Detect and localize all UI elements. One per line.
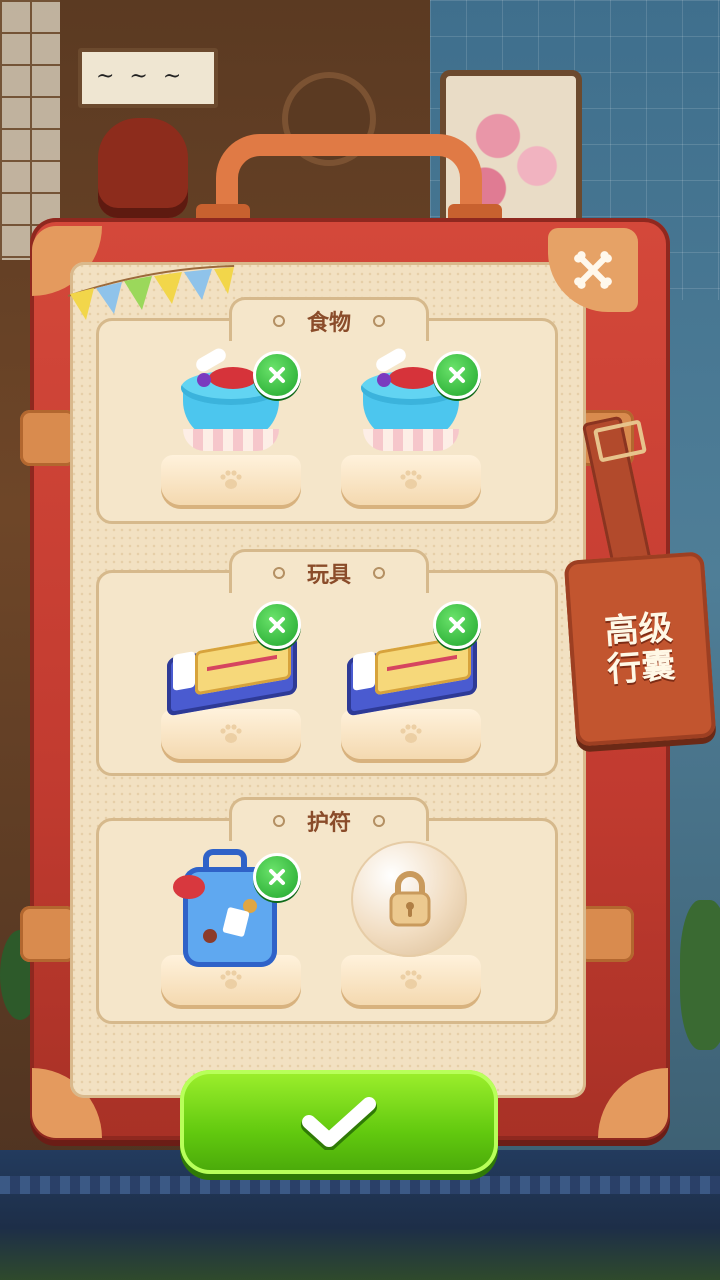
x-icon (449, 617, 465, 633)
x-icon (269, 869, 285, 885)
section-food: 食物 (96, 297, 558, 524)
paw-icon (220, 724, 242, 743)
calligraphy-scroll: ~ ~ ~ (78, 48, 218, 108)
section-toys: 玩具 (96, 549, 558, 776)
item-slot-toy-1[interactable] (161, 579, 301, 759)
side-strap (20, 410, 76, 466)
floor-trim (0, 1176, 720, 1194)
paw-icon (220, 470, 242, 489)
suitcase-handle (216, 134, 482, 230)
x-icon (449, 367, 465, 383)
remove-item-button[interactable] (433, 351, 481, 399)
x-icon (269, 367, 285, 383)
side-strap (20, 906, 76, 962)
item-slot-charm-1[interactable] (161, 825, 301, 1005)
x-icon (269, 617, 285, 633)
remove-item-button[interactable] (253, 853, 301, 901)
checkmark-icon (301, 1097, 377, 1150)
plant-decor-right (680, 900, 720, 1050)
slot-pedestal (341, 709, 481, 759)
confirm-button[interactable] (180, 1070, 498, 1174)
tag-label: 高级 行囊 (603, 607, 677, 691)
samurai-armor-decor (98, 118, 188, 218)
item-slot-charm-locked[interactable] (341, 825, 481, 1005)
item-slot-toy-2[interactable] (341, 579, 481, 759)
paw-icon (400, 724, 422, 743)
item-slot-food-1[interactable] (161, 325, 301, 505)
premium-bag-tag[interactable]: 高级 行囊 (563, 551, 717, 747)
item-slot-food-2[interactable] (341, 325, 481, 505)
paw-icon (220, 970, 242, 989)
locked-slot-bubble (351, 841, 467, 957)
paw-icon (400, 470, 422, 489)
slot-pedestal (161, 709, 301, 759)
section-charms: 护符 (96, 797, 558, 1024)
remove-item-button[interactable] (433, 601, 481, 649)
slot-pedestal (341, 955, 481, 1005)
padlock-icon (389, 871, 431, 927)
side-strap (578, 906, 634, 962)
paw-icon (400, 970, 422, 989)
remove-item-button[interactable] (253, 351, 301, 399)
crossed-bones-icon (574, 251, 612, 289)
remove-item-button[interactable] (253, 601, 301, 649)
